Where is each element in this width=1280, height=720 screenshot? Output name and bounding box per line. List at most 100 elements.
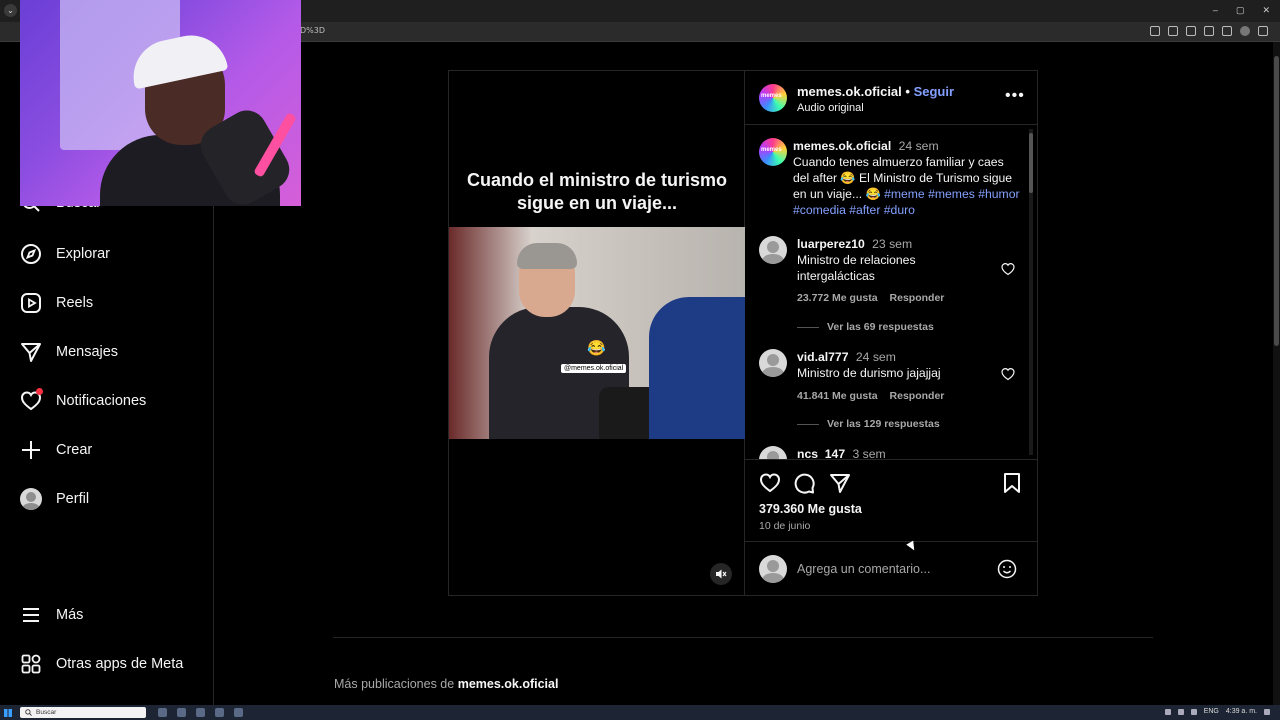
comment-avatar[interactable] <box>759 349 787 377</box>
nav-meta-apps[interactable]: Otras apps de Meta <box>20 653 183 675</box>
nav-messages[interactable]: Mensajes <box>20 341 118 363</box>
comment-like-heart-icon[interactable] <box>1001 367 1015 381</box>
nav-create-label: Crear <box>56 442 93 458</box>
replies-line <box>797 423 819 425</box>
comment-avatar[interactable] <box>759 446 787 459</box>
close-button[interactable]: ✕ <box>1262 5 1270 16</box>
nav-notifications[interactable]: Notificaciones <box>20 388 146 412</box>
profile-icon[interactable] <box>1240 26 1250 36</box>
comment-body: vid.al777 24 sem Ministro de durismo jaj… <box>797 349 987 381</box>
comment-bubble-icon[interactable] <box>793 472 815 494</box>
nav-profile-label: Perfil <box>56 491 90 507</box>
video-frame[interactable]: 😂 @memes.ok.oficial <box>449 227 745 439</box>
volume-icon[interactable] <box>1190 708 1197 715</box>
page-scrollbar-thumb[interactable] <box>1274 56 1279 346</box>
author-username[interactable]: memes.ok.oficial <box>797 84 902 99</box>
taskbar-search[interactable]: Buscar <box>20 707 146 718</box>
tab-list-chevron-icon[interactable]: ⌄ <box>4 4 17 17</box>
menu-icon <box>20 604 42 626</box>
comment-username[interactable]: ncs_147 <box>797 447 845 459</box>
plus-icon <box>20 439 42 461</box>
caption-username[interactable]: memes.ok.oficial <box>793 139 891 153</box>
save-bookmark-icon[interactable] <box>1001 472 1023 494</box>
profile-avatar-image <box>20 488 42 510</box>
nav-profile[interactable]: Perfil <box>20 488 89 510</box>
zoom-icon[interactable] <box>1150 26 1160 36</box>
comment-like-heart-icon[interactable] <box>1001 262 1015 276</box>
view-replies[interactable]: Ver las 69 respuestas <box>797 321 934 333</box>
extensions-icon[interactable] <box>1204 26 1214 36</box>
like-heart-icon[interactable] <box>759 472 781 494</box>
reply-button[interactable]: Responder <box>890 390 945 402</box>
browser-menu-icon[interactable] <box>1258 26 1268 36</box>
discord-icon[interactable] <box>234 708 243 717</box>
muted-speaker-icon <box>716 569 727 579</box>
apps-icon <box>20 653 42 675</box>
more-posts-heading: Más publicaciones de memes.ok.oficial <box>334 677 558 691</box>
nav-create[interactable]: Crear <box>20 439 92 461</box>
comments-scrollbar-thumb[interactable] <box>1029 133 1033 193</box>
view-replies[interactable]: Ver las 129 respuestas <box>797 418 940 430</box>
video-caption: Cuando el ministro de turismo sigue en u… <box>466 170 728 213</box>
comment-likes[interactable]: 41.841 Me gusta <box>797 390 878 402</box>
author-avatar[interactable] <box>759 84 787 112</box>
comment-meta: 41.841 Me gusta Responder <box>797 390 944 402</box>
more-posts-user[interactable]: memes.ok.oficial <box>458 677 559 691</box>
reply-button[interactable]: Responder <box>890 292 945 304</box>
file-explorer-icon[interactable] <box>177 708 186 717</box>
maximize-button[interactable]: ▢ <box>1236 5 1245 16</box>
task-view-icon[interactable] <box>158 708 167 717</box>
windows-start-icon[interactable] <box>4 708 12 717</box>
address-url[interactable]: D%3D <box>300 26 325 35</box>
likes-count[interactable]: 379.360 Me gusta <box>759 502 862 516</box>
view-replies-label: Ver las 129 respuestas <box>827 418 940 430</box>
reading-list-icon[interactable] <box>1222 26 1232 36</box>
tray-chevron-icon[interactable] <box>1164 708 1171 715</box>
emoji-picker-icon[interactable] <box>997 559 1017 579</box>
caption-author-avatar[interactable] <box>759 138 787 166</box>
webcam-overlay <box>20 0 301 206</box>
more-options-icon[interactable]: ••• <box>1005 87 1025 105</box>
send-icon <box>20 341 42 363</box>
nav-meta-apps-label: Otras apps de Meta <box>56 656 184 672</box>
network-icon[interactable] <box>1177 708 1184 715</box>
page-scrollbar[interactable] <box>1273 42 1280 706</box>
comments-scrollbar[interactable] <box>1029 129 1033 455</box>
post-caption: memes.ok.oficial 24 sem Cuando tenes alm… <box>793 138 1021 218</box>
comment-text: Ministro de relaciones intergalácticas <box>797 253 916 283</box>
comment-body: ncs_147 3 sem <box>797 446 987 459</box>
minimize-button[interactable]: – <box>1213 5 1218 16</box>
comment-likes[interactable]: 23.772 Me gusta <box>797 292 878 304</box>
taskbar-apps <box>158 708 243 717</box>
replies-line <box>797 326 819 328</box>
chrome-icon[interactable] <box>196 708 205 717</box>
clock[interactable]: 4:39 a. m. <box>1226 708 1257 715</box>
comment-time: 23 sem <box>872 237 913 251</box>
comments-list[interactable]: memes.ok.oficial 24 sem Cuando tenes alm… <box>745 126 1037 459</box>
follow-button[interactable]: Seguir <box>914 84 954 99</box>
reel-video[interactable]: Cuando el ministro de turismo sigue en u… <box>449 71 745 595</box>
compass-icon <box>20 243 42 265</box>
add-comment-input[interactable] <box>797 560 987 578</box>
add-comment-bar <box>745 541 1037 595</box>
nav-reels[interactable]: Reels <box>20 292 93 314</box>
notifications-icon[interactable] <box>1264 708 1270 715</box>
comment-avatar[interactable] <box>759 236 787 264</box>
comment-body: luarperez10 23 sem Ministro de relacione… <box>797 236 987 284</box>
comment-time: 24 sem <box>855 350 896 364</box>
nav-more[interactable]: Más <box>20 604 83 626</box>
language-indicator[interactable]: ENG <box>1204 708 1219 715</box>
share-send-icon[interactable] <box>829 472 851 494</box>
comment-username[interactable]: vid.al777 <box>797 350 849 364</box>
nav-reels-label: Reels <box>56 295 94 311</box>
mute-button[interactable] <box>710 563 732 585</box>
header-separator: • <box>905 84 910 99</box>
comment-text: Ministro de durismo jajajjaj <box>797 366 941 380</box>
nav-explore[interactable]: Explorar <box>20 243 110 265</box>
audio-link[interactable]: Audio original <box>797 102 864 114</box>
cast-icon[interactable] <box>1168 26 1178 36</box>
obs-icon[interactable] <box>215 708 224 717</box>
window-controls: – ▢ ✕ <box>1213 5 1270 16</box>
comment-username[interactable]: luarperez10 <box>797 237 865 251</box>
bookmark-star-icon[interactable] <box>1186 26 1196 36</box>
